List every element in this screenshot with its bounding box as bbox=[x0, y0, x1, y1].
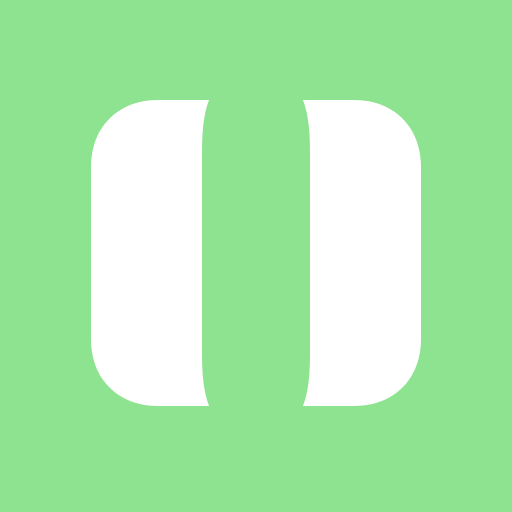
icon-canvas bbox=[0, 0, 512, 512]
left-panel-shape bbox=[91, 100, 209, 406]
split-panel-icon bbox=[0, 0, 512, 512]
icon-background bbox=[0, 0, 512, 512]
right-panel-shape bbox=[303, 100, 421, 406]
